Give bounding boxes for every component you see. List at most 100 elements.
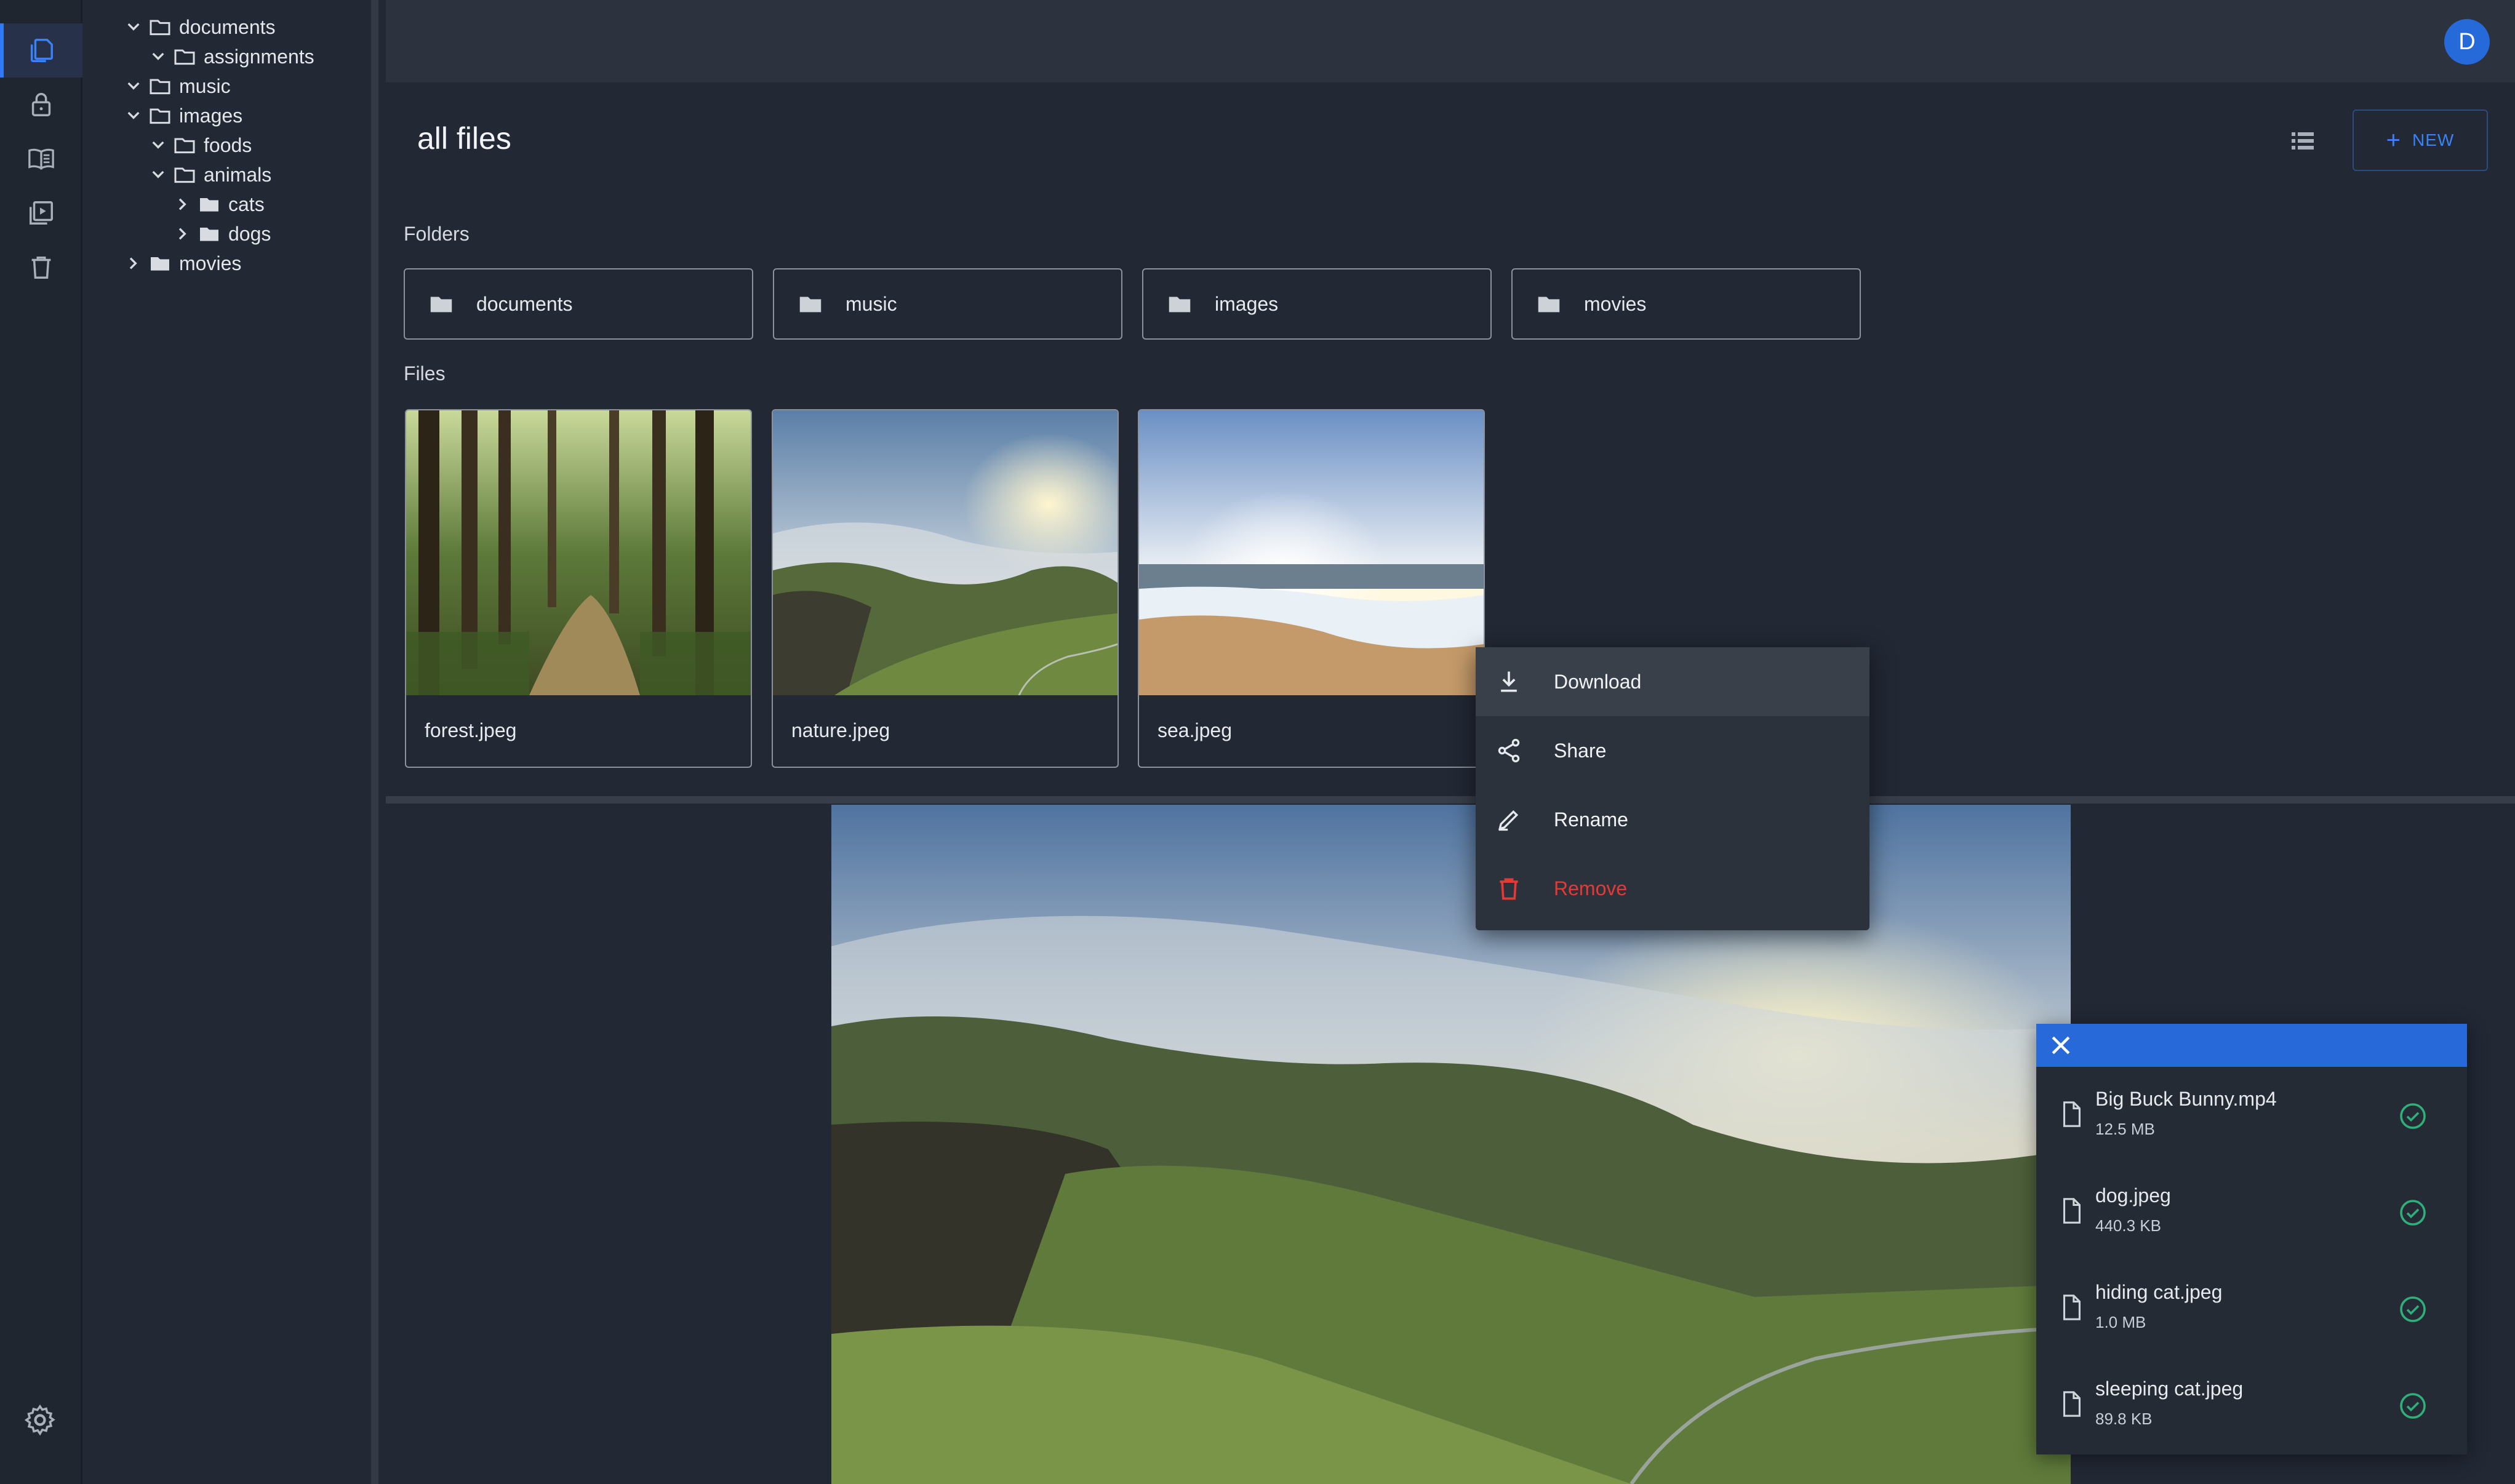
top-bar: D [386,0,2515,82]
tree-item-label: foods [204,134,252,156]
folder-icon [1538,297,1560,313]
chevron-down-icon[interactable] [121,103,146,128]
folder-icon [151,257,169,271]
page-title: all files [417,121,511,156]
check-circle-icon [2400,1103,2426,1129]
folder-outline-icon [150,108,170,124]
menu-item-download[interactable]: Download [1476,647,1869,716]
chevron-right-icon[interactable] [170,221,195,246]
upload-filesize: 89.8 KB [2095,1410,2153,1428]
media-nav-button[interactable] [0,186,82,240]
uploads-header [2036,1024,2467,1067]
chevron-right-icon[interactable] [121,251,146,276]
upload-filesize: 440.3 KB [2095,1216,2161,1235]
gear-icon[interactable] [23,1403,57,1437]
upload-filename: hiding cat.jpeg [2095,1281,2223,1303]
menu-item-label: Download [1554,670,1642,693]
tree-item-assignments[interactable]: assignments [146,42,314,71]
upload-item: dog.jpeg 440.3 KB [2036,1163,2467,1260]
folder-tree: documents assignments music images foods… [84,0,378,1484]
file-card-sea[interactable]: sea.jpeg [1138,409,1485,768]
plus-icon: + [2386,127,2402,154]
context-menu: Download Share Rename Remove [1476,647,1869,930]
file-icon [2063,1101,2081,1127]
folder-icon [200,228,218,241]
tree-item-dogs[interactable]: dogs [170,219,271,249]
file-icon [2063,1198,2081,1224]
tree-item-label: assignments [204,45,314,68]
file-card-label: sea.jpeg [1158,719,1232,741]
menu-item-label: Rename [1554,808,1628,831]
image-preview [831,805,2071,1484]
tree-item-cats[interactable]: cats [170,189,265,219]
share-icon [1498,738,1520,763]
close-icon[interactable] [2047,1032,2074,1059]
uploads-panel: Big Buck Bunny.mp4 12.5 MB dog.jpeg 440.… [2036,1024,2467,1454]
folders-section-label: Folders [404,223,470,245]
tree-item-foods[interactable]: foods [146,130,252,160]
lock-icon [31,93,51,116]
tree-item-music[interactable]: music [121,71,231,101]
folder-card-movies[interactable]: movies [1511,268,1861,340]
folder-card-label: images [1215,292,1279,315]
folder-icon [1169,297,1191,313]
check-circle-icon [2400,1393,2426,1419]
tree-item-label: documents [179,15,276,38]
file-card-nature[interactable]: nature.jpeg [772,409,1119,768]
list-view-icon[interactable] [2288,126,2317,156]
private-nav-button[interactable] [0,78,82,132]
new-button-label: NEW [2412,130,2455,150]
check-circle-icon [2400,1200,2426,1226]
file-icon [2063,1295,2081,1320]
download-icon [1501,671,1517,692]
book-icon [28,148,54,170]
menu-item-label: Share [1554,739,1607,762]
tree-item-label: music [179,74,231,97]
chevron-down-icon[interactable] [146,133,170,158]
menu-item-rename[interactable]: Rename [1476,785,1869,854]
menu-item-share[interactable]: Share [1476,716,1869,785]
rename-icon [1498,810,1519,831]
folder-card-music[interactable]: music [773,268,1122,340]
video-library-icon [30,201,53,225]
chevron-down-icon[interactable] [121,74,146,98]
folder-outline-icon [174,49,195,65]
folder-icon [799,297,822,313]
chevron-down-icon[interactable] [146,162,170,187]
files-nav-button[interactable] [0,23,82,78]
tree-item-label: animals [204,163,272,186]
folder-icon [430,297,452,313]
chevron-down-icon[interactable] [146,44,170,69]
new-button[interactable]: + NEW [2353,110,2488,171]
upload-filename: Big Buck Bunny.mp4 [2095,1088,2277,1110]
avatar[interactable]: D [2444,19,2490,65]
nature-thumbnail [773,410,1118,696]
file-card-forest[interactable]: forest.jpeg [405,409,752,768]
tree-item-label: images [179,104,243,127]
chevron-right-icon[interactable] [170,192,195,217]
folder-icon [200,198,218,212]
menu-item-remove[interactable]: Remove [1476,854,1869,923]
tree-item-movies[interactable]: movies [121,249,241,278]
folder-card-images[interactable]: images [1142,268,1492,340]
icon-rail [0,0,82,1484]
folder-outline-icon [150,79,170,95]
documents-nav-button[interactable] [0,132,82,186]
tree-item-images[interactable]: images [121,101,242,130]
upload-filename: sleeping cat.jpeg [2095,1378,2244,1400]
folder-card-label: music [846,292,897,315]
upload-item: Big Buck Bunny.mp4 12.5 MB [2036,1067,2467,1163]
folder-card-documents[interactable]: documents [404,268,753,340]
files-icon [30,39,53,62]
upload-filename: dog.jpeg [2095,1184,2171,1207]
file-card-label: nature.jpeg [791,719,890,741]
resize-divider[interactable] [386,796,2515,804]
tree-item-label: movies [179,252,242,274]
chevron-down-icon[interactable] [121,15,146,39]
check-circle-icon [2400,1296,2426,1322]
trash-icon [31,256,51,279]
tree-item-animals[interactable]: animals [146,160,271,189]
trash-nav-button[interactable] [0,240,82,294]
tree-item-documents[interactable]: documents [121,12,276,42]
trash-icon [1500,878,1518,900]
